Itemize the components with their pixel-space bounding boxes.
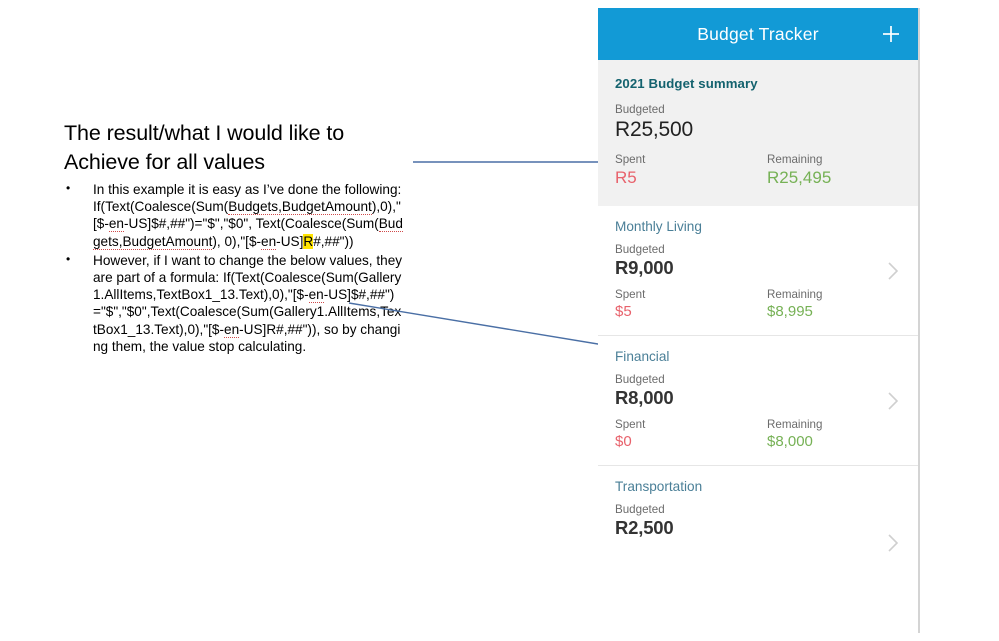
category-budgeted-label: Budgeted [615, 503, 665, 516]
plus-icon [883, 26, 899, 42]
category-remaining-col: Remaining $8,995 [767, 288, 822, 321]
category-spent-value: $0 [615, 433, 632, 450]
category-remaining-col: Remaining $8,000 [767, 418, 822, 451]
budget-tracker-app: Budget Tracker 2021 Budget summary Budge… [598, 8, 920, 633]
chevron-right-icon[interactable] [887, 260, 900, 282]
summary-remaining-value: R25,495 [767, 168, 832, 187]
category-spent-col: Spent $0 [615, 418, 767, 451]
category-title: Monthly Living [615, 219, 702, 234]
category-remaining-value: $8,000 [767, 433, 813, 450]
category-spent-value: $5 [615, 303, 632, 320]
summary-budgeted-value: R25,500 [615, 118, 693, 141]
bullet-1-intro: In this example it is easy as I’ve done … [93, 182, 402, 197]
category-budgeted-value: R8,000 [615, 387, 674, 408]
summary-title: 2021 Budget summary [615, 76, 758, 91]
category-title: Financial [615, 349, 670, 364]
summary-remaining-col: Remaining R25,495 [767, 153, 831, 188]
category-spent-label: Spent [615, 288, 646, 301]
category-row-financial[interactable]: Financial Budgeted R8,000 Spent $0 Remai… [598, 336, 918, 466]
summary-remaining-label: Remaining [767, 153, 823, 166]
app-header: Budget Tracker [598, 8, 918, 60]
chevron-right-icon[interactable] [887, 532, 900, 554]
category-row-monthly-living[interactable]: Monthly Living Budgeted R9,000 Spent $5 … [598, 206, 918, 336]
app-title: Budget Tracker [697, 23, 819, 44]
list-item: In this example it is easy as I’ve done … [64, 180, 404, 250]
category-spent-col: Spent $5 [615, 288, 767, 321]
summary-spent-col: Spent R5 [615, 153, 767, 188]
page-title: The result/what I would like to Achieve … [64, 121, 345, 174]
category-budgeted-value: R2,500 [615, 517, 674, 538]
category-spent-remaining-row: Spent $0 Remaining $8,000 [615, 418, 901, 451]
category-row-transportation[interactable]: Transportation Budgeted R2,500 [598, 466, 918, 562]
category-budgeted-label: Budgeted [615, 373, 665, 386]
summary-budgeted-label: Budgeted [615, 103, 665, 116]
category-remaining-value: $8,995 [767, 303, 813, 320]
add-budget-button[interactable] [878, 21, 904, 47]
category-title: Transportation [615, 479, 703, 494]
summary-spent-remaining-row: Spent R5 Remaining R25,495 [615, 153, 901, 188]
category-budgeted-label: Budgeted [615, 243, 665, 256]
category-spent-remaining-row: Spent $5 Remaining $8,995 [615, 288, 901, 321]
annotation-arrow-1 [413, 157, 626, 167]
slide-text-block: The result/what I would like to Achieve … [64, 119, 404, 355]
list-item: However, if I want to change the below v… [64, 251, 404, 355]
bullet-1-formula: If(Text(Coalesce(Sum(Budgets,BudgetAmoun… [93, 199, 403, 250]
category-spent-label: Spent [615, 418, 646, 431]
budget-summary-card: 2021 Budget summary Budgeted R25,500 Spe… [598, 60, 918, 206]
category-remaining-label: Remaining [767, 288, 823, 301]
summary-spent-value: R5 [615, 168, 637, 187]
summary-spent-label: Spent [615, 153, 646, 166]
category-remaining-label: Remaining [767, 418, 823, 431]
category-budgeted-value: R9,000 [615, 257, 674, 278]
chevron-right-icon[interactable] [887, 390, 900, 412]
bullet-list: In this example it is easy as I’ve done … [64, 180, 404, 355]
